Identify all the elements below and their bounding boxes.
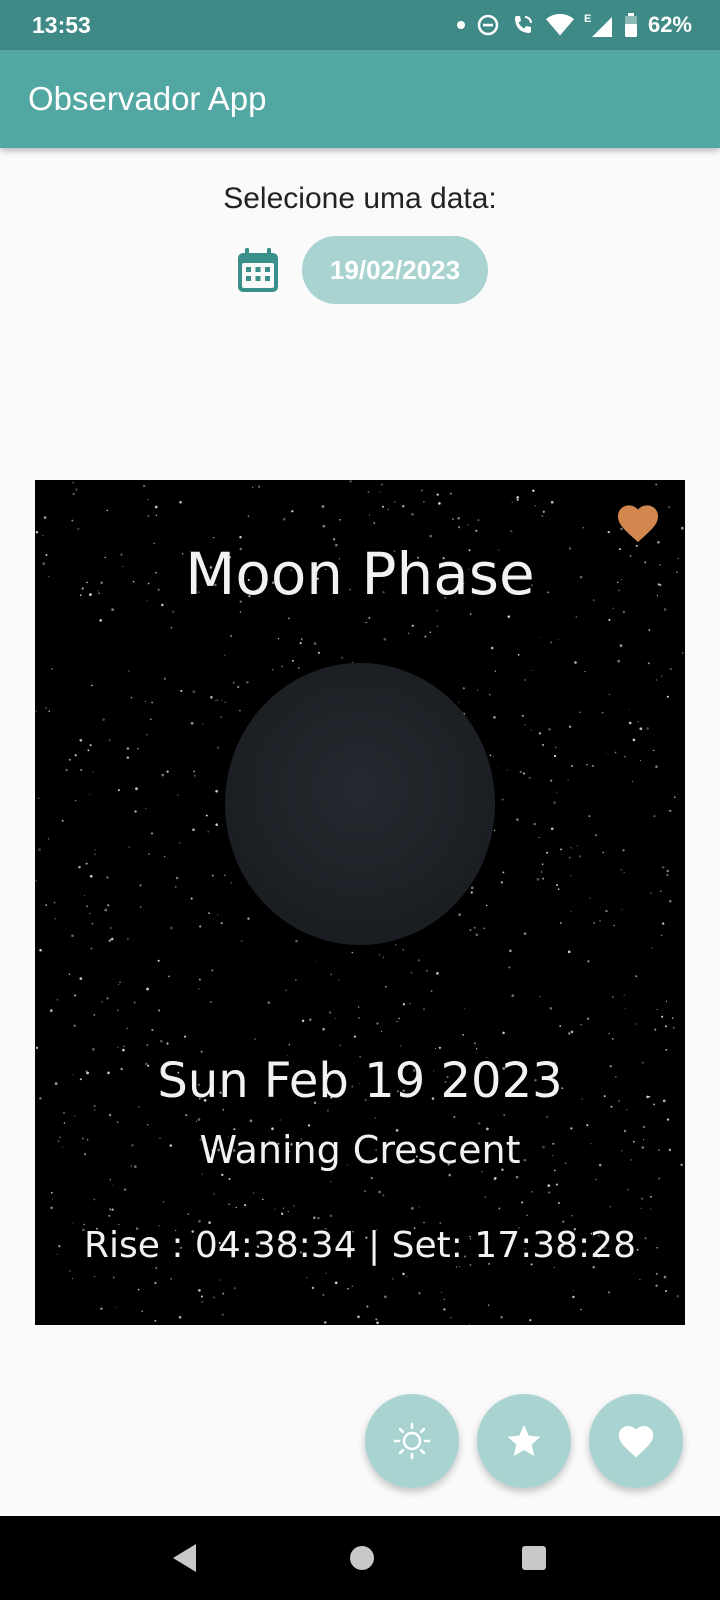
navigation-bar [0,1516,720,1600]
wifi-calling-icon [514,16,532,33]
status-time: 13:53 [32,11,91,38]
app-title: Observador App [28,80,267,117]
moon-phase-title: Moon Phase [185,540,535,608]
moon-rise-set-times: Rise : 04:38:34 | Set: 17:38:28 [83,1225,636,1266]
moon-phase-card: Moon Phase Sun Feb 19 2023 Waning Cresce… [35,480,685,1325]
do-not-disturb-icon [477,14,499,36]
sun-icon [393,1422,431,1460]
sun-button[interactable] [365,1394,459,1488]
star-button[interactable] [477,1394,571,1488]
notification-dot-icon [456,21,465,29]
moon-date: Sun Feb 19 2023 [157,1053,563,1109]
star-icon [507,1424,541,1457]
moon-phase-name: Waning Crescent [199,1128,521,1172]
svg-text:E: E [584,13,591,25]
home-icon[interactable] [348,1542,376,1574]
calendar-icon[interactable] [236,246,280,294]
moon-disc [225,663,495,945]
date-select-label: Selecione uma data: [223,182,497,215]
heart-icon[interactable] [615,502,661,544]
recents-icon[interactable] [520,1542,548,1574]
date-picker-row: 19/02/2023 [236,236,488,304]
battery-percent: 62% [647,12,692,37]
app-bar: Observador App [0,50,720,148]
favorites-button[interactable] [589,1394,683,1488]
status-bar: 13:53 E 62% [0,0,720,50]
back-icon[interactable] [170,1542,200,1574]
battery-icon [624,13,637,37]
heart-icon [618,1425,654,1458]
wifi-icon [545,13,574,36]
signal-icon: E [584,13,612,37]
date-button[interactable]: 19/02/2023 [302,236,488,304]
status-icons: E 62% [456,12,692,38]
